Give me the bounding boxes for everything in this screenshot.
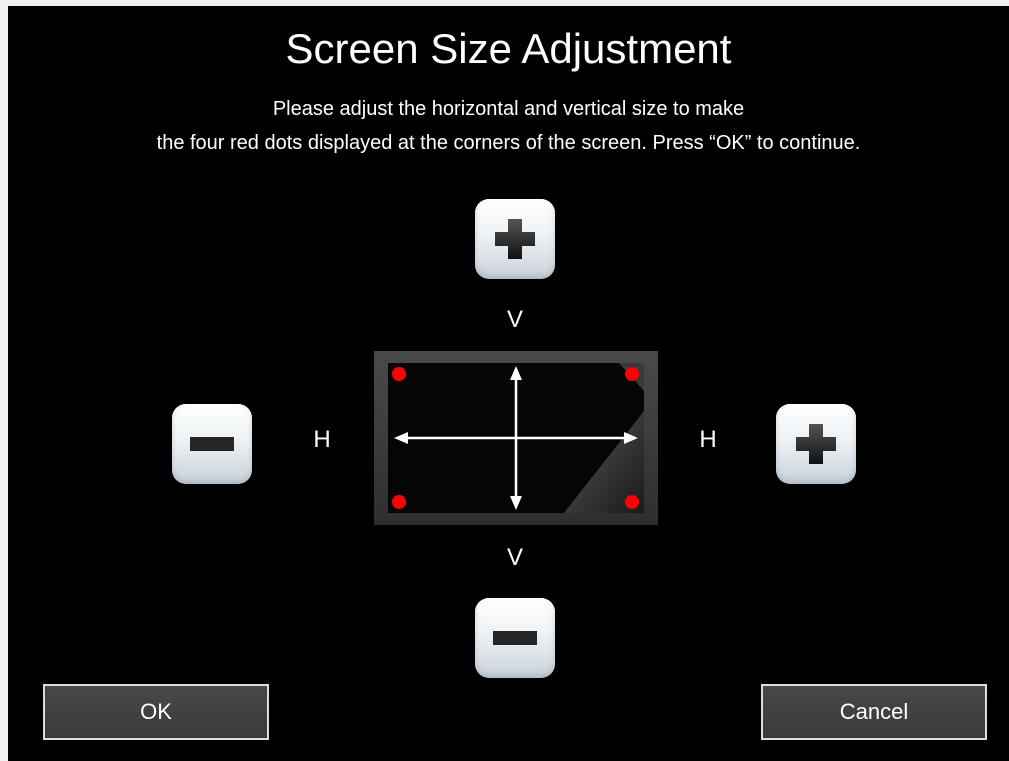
- corner-dot-bottom-right: [625, 495, 639, 509]
- instruction-line-2: the four red dots displayed at the corne…: [156, 132, 861, 154]
- vertical-label-top: V: [506, 306, 523, 333]
- minus-icon: [493, 631, 537, 645]
- minus-icon: [190, 437, 234, 451]
- instruction-line-1: Please adjust the horizontal and vertica…: [272, 98, 745, 120]
- vertical-decrease-button[interactable]: [475, 598, 555, 678]
- corner-dot-bottom-left: [392, 495, 406, 509]
- screen-preview-graphic: [374, 351, 658, 525]
- vertical-label-bottom: V: [506, 544, 523, 571]
- ok-button[interactable]: OK: [43, 684, 269, 740]
- vertical-increase-button[interactable]: [475, 199, 555, 279]
- horizontal-label-left: H: [313, 426, 331, 453]
- corner-dot-top-right: [625, 367, 639, 381]
- corner-dot-top-left: [392, 367, 406, 381]
- horizontal-decrease-button[interactable]: [172, 404, 252, 484]
- plus-icon: [495, 219, 535, 259]
- horizontal-label-right: H: [699, 426, 717, 453]
- plus-icon: [796, 424, 836, 464]
- cancel-button[interactable]: Cancel: [761, 684, 987, 740]
- page-title: Screen Size Adjustment: [285, 25, 732, 72]
- screen-size-adjustment-dialog: Screen Size Adjustment Please adjust the…: [8, 6, 1009, 761]
- horizontal-increase-button[interactable]: [776, 404, 856, 484]
